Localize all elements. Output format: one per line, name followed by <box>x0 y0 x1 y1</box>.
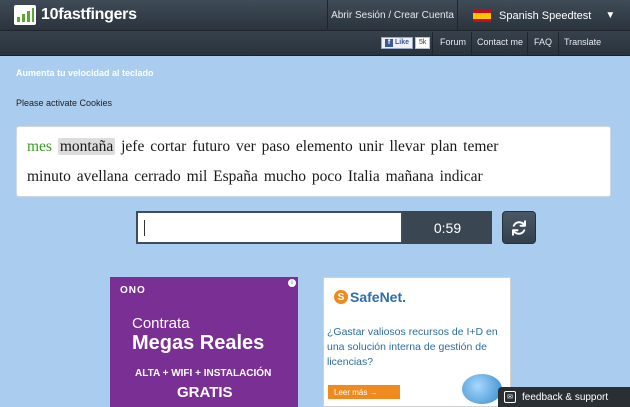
nav-divider <box>527 32 528 55</box>
top-bar: 10fastfingers Abrir Sesión / Crear Cuent… <box>0 0 630 31</box>
ad-ono-logo: ONO <box>120 285 146 296</box>
word-line: mes montaña jefe cortar futuro ver paso … <box>27 138 498 156</box>
ad-safenet-logo-text: SafeNet. <box>350 289 407 305</box>
text-cursor <box>144 220 145 236</box>
facebook-like-button[interactable]: f Like <box>381 36 414 49</box>
nav-divider <box>558 32 559 55</box>
nav-forum[interactable]: Forum <box>440 37 466 47</box>
facebook-like-label: Like <box>395 39 410 46</box>
timer: 0:59 <box>403 211 492 244</box>
tagline: Aumenta tu velocidad al teclado <box>16 68 154 78</box>
ad-safenet[interactable]: S SafeNet. ¿Gastar valiosos recursos de … <box>323 277 511 407</box>
typing-input-wrapper[interactable] <box>136 211 403 244</box>
words-upcoming: jefe cortar futuro ver paso elemento uni… <box>121 138 499 155</box>
spain-flag-icon <box>473 9 491 22</box>
globe-icon <box>462 374 502 404</box>
cookie-notice: Please activate Cookies <box>16 98 113 108</box>
language-selector[interactable]: Spanish Speedtest ▼ <box>459 0 619 31</box>
ad-ono[interactable]: ONO i Contrata Megas Reales ALTA + WIFI … <box>110 277 298 407</box>
facebook-like[interactable]: f Like 5k <box>381 36 431 49</box>
adchoices-icon[interactable]: i <box>288 279 296 287</box>
word-current: montaña <box>57 138 116 155</box>
nav-divider <box>432 32 433 55</box>
nav-divider <box>471 32 472 55</box>
language-label: Spanish Speedtest <box>499 9 592 22</box>
feedback-button[interactable]: ✉ feedback & support <box>498 387 630 407</box>
caret-down-icon: ▼ <box>605 10 616 21</box>
signin-link[interactable]: Abrir Sesión / Crear Cuenta <box>327 0 458 31</box>
nav-translate[interactable]: Translate <box>564 37 601 47</box>
facebook-icon: f <box>385 38 393 47</box>
megaphone-icon: ✉ <box>504 391 516 403</box>
ad-ono-line2: Megas Reales <box>132 332 265 354</box>
reset-button[interactable] <box>502 211 536 244</box>
nav-contact[interactable]: Contact me <box>477 37 523 47</box>
word-correct: mes <box>27 138 52 155</box>
logo-text: 10fastfingers <box>41 6 137 23</box>
word-display: mes montaña jefe cortar futuro ver paso … <box>16 126 611 197</box>
ad-ono-line1: Contrata <box>132 315 190 332</box>
ad-safenet-text: ¿Gastar valiosos recursos de I+D en una … <box>327 326 498 368</box>
ad-ono-line4: GRATIS <box>177 384 233 401</box>
ad-safenet-button[interactable]: Leer más → <box>328 385 400 399</box>
refresh-icon <box>512 219 526 236</box>
logo[interactable]: 10fastfingers <box>14 4 137 26</box>
safenet-logo-icon: S <box>334 290 348 304</box>
typing-input[interactable] <box>138 213 401 242</box>
ad-safenet-logo: S SafeNet. <box>334 289 406 305</box>
word-line: minuto avellana cerrado mil España mucho… <box>27 168 483 185</box>
facebook-like-count: 5k <box>415 36 431 49</box>
ad-ono-line3: ALTA + WIFI + INSTALACIÓN <box>135 368 272 379</box>
feedback-label: feedback & support <box>522 391 609 403</box>
bar-chart-icon <box>14 5 36 25</box>
nav-faq[interactable]: FAQ <box>534 37 552 47</box>
